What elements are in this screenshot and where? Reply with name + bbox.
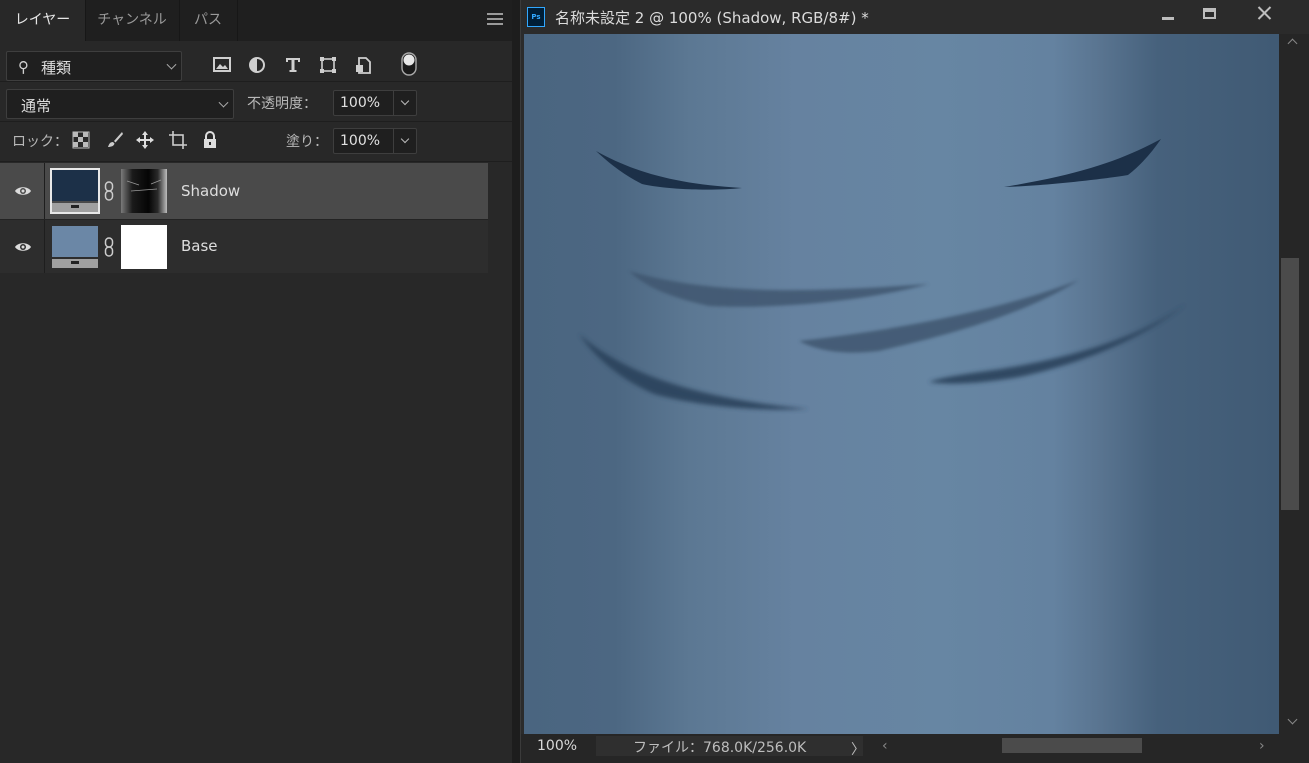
layer-name[interactable]: Base [181, 237, 218, 255]
layer-row-base[interactable]: Base [0, 219, 488, 273]
fill-layer-indicator [52, 259, 98, 268]
file-info-text: ファイル：768.0K/256.0K [633, 740, 807, 756]
lock-artboard-icon[interactable] [169, 131, 187, 149]
layer-thumbnail[interactable] [50, 168, 100, 214]
lock-all-icon[interactable] [201, 131, 219, 149]
file-info-box[interactable]: ファイル：768.0K/256.0K [596, 736, 863, 756]
blend-mode-dropdown[interactable]: 通常 [6, 89, 234, 119]
fill-layer-indicator [52, 203, 98, 212]
scroll-up-icon[interactable] [1287, 38, 1298, 49]
photoshop-icon: Ps [527, 7, 545, 27]
document-title: 名称未設定 2 @ 100% (Shadow, RGB/8#) * [555, 9, 869, 27]
panel-gutter [512, 0, 520, 763]
visibility-eye-icon[interactable] [14, 184, 32, 198]
filter-kind-label: 種類 [41, 59, 72, 77]
maximize-icon [1203, 8, 1216, 19]
type-filter-icon[interactable] [283, 55, 303, 75]
lock-transparent-icon[interactable] [72, 131, 90, 149]
layer-name[interactable]: Shadow [181, 182, 240, 200]
filter-toggle-icon[interactable] [400, 51, 418, 77]
minimize-button[interactable] [1148, 0, 1188, 26]
tab-divider [237, 0, 238, 41]
fill-swatch [52, 170, 98, 201]
tab-channels[interactable]: チャンネル [85, 0, 179, 41]
status-menu-arrow-icon[interactable]: 〉 [851, 739, 865, 759]
opacity-label: 不透明度： [247, 96, 317, 112]
opacity-field[interactable]: 100% [333, 90, 417, 116]
mask-link-icon[interactable] [104, 181, 114, 201]
smart-object-filter-icon[interactable] [353, 55, 373, 75]
panel-menu-icon[interactable] [487, 13, 503, 27]
lock-position-icon[interactable] [136, 131, 154, 149]
layer-thumbnail[interactable] [50, 224, 100, 270]
tab-layers[interactable]: レイヤー [0, 0, 85, 41]
layer-mask-thumbnail[interactable] [121, 169, 167, 213]
horizontal-scroll-thumb[interactable] [1002, 738, 1142, 753]
document-window: Ps 名称未設定 2 @ 100% (Shadow, RGB/8#) * 100… [520, 0, 1309, 763]
image-filter-icon[interactable] [212, 55, 232, 75]
opacity-value[interactable]: 100% [340, 95, 380, 111]
vertical-scroll-thumb[interactable] [1281, 258, 1299, 510]
shadow-stroke [1004, 139, 1161, 187]
fill-field[interactable]: 100% [333, 128, 417, 154]
document-titlebar[interactable]: Ps 名称未設定 2 @ 100% (Shadow, RGB/8#) * [521, 0, 1309, 34]
close-button[interactable] [1243, 0, 1285, 26]
mask-link-icon[interactable] [104, 237, 114, 257]
shadow-stroke [629, 271, 929, 307]
chevron-down-icon [400, 96, 410, 106]
blend-mode-label: 通常 [21, 97, 52, 115]
scroll-down-icon[interactable] [1287, 714, 1298, 725]
lock-label: ロック： [12, 134, 68, 150]
shadow-stroke [596, 151, 742, 190]
vertical-scrollbar[interactable] [1279, 34, 1309, 734]
visibility-eye-icon[interactable] [14, 240, 32, 254]
tab-paths[interactable]: パス [179, 0, 237, 41]
shadow-stroke [579, 334, 809, 410]
scroll-right-icon[interactable]: › [1259, 738, 1265, 754]
layer-row-shadow[interactable]: Shadow [0, 163, 488, 219]
opacity-dropdown-button[interactable] [393, 91, 416, 115]
layer-mask-thumbnail[interactable] [121, 225, 167, 269]
minimize-icon [1162, 17, 1174, 20]
zoom-level[interactable]: 100% [537, 738, 577, 754]
maximize-button[interactable] [1189, 0, 1229, 26]
chevron-down-icon [400, 134, 410, 144]
canvas-artwork [579, 139, 1186, 410]
panel-tab-bar: レイヤー チャンネル パス [0, 0, 512, 41]
visibility-divider [44, 163, 45, 219]
lock-image-icon[interactable] [106, 131, 124, 149]
visibility-divider [44, 220, 45, 273]
fill-dropdown-button[interactable] [393, 129, 416, 153]
fill-label: 塗り： [286, 134, 328, 150]
status-bar: 100% ファイル：768.0K/256.0K 〉 ‹ › [521, 734, 1309, 763]
document-canvas[interactable] [524, 34, 1279, 734]
chevron-down-icon [218, 97, 229, 108]
adjustment-filter-icon[interactable] [247, 55, 267, 75]
search-icon: ⚲ [18, 58, 29, 76]
chevron-down-icon [166, 59, 177, 70]
shape-filter-icon[interactable] [318, 55, 338, 75]
scroll-left-icon[interactable]: ‹ [882, 738, 888, 754]
filter-kind-dropdown[interactable]: ⚲ 種類 [6, 51, 182, 81]
fill-swatch [52, 226, 98, 257]
horizontal-scrollbar[interactable]: ‹ › [873, 736, 1273, 756]
layers-panel: レイヤー チャンネル パス ⚲ 種類 通常 不透明度： 100% ロック： 塗り… [0, 0, 512, 763]
fill-value[interactable]: 100% [340, 133, 380, 149]
